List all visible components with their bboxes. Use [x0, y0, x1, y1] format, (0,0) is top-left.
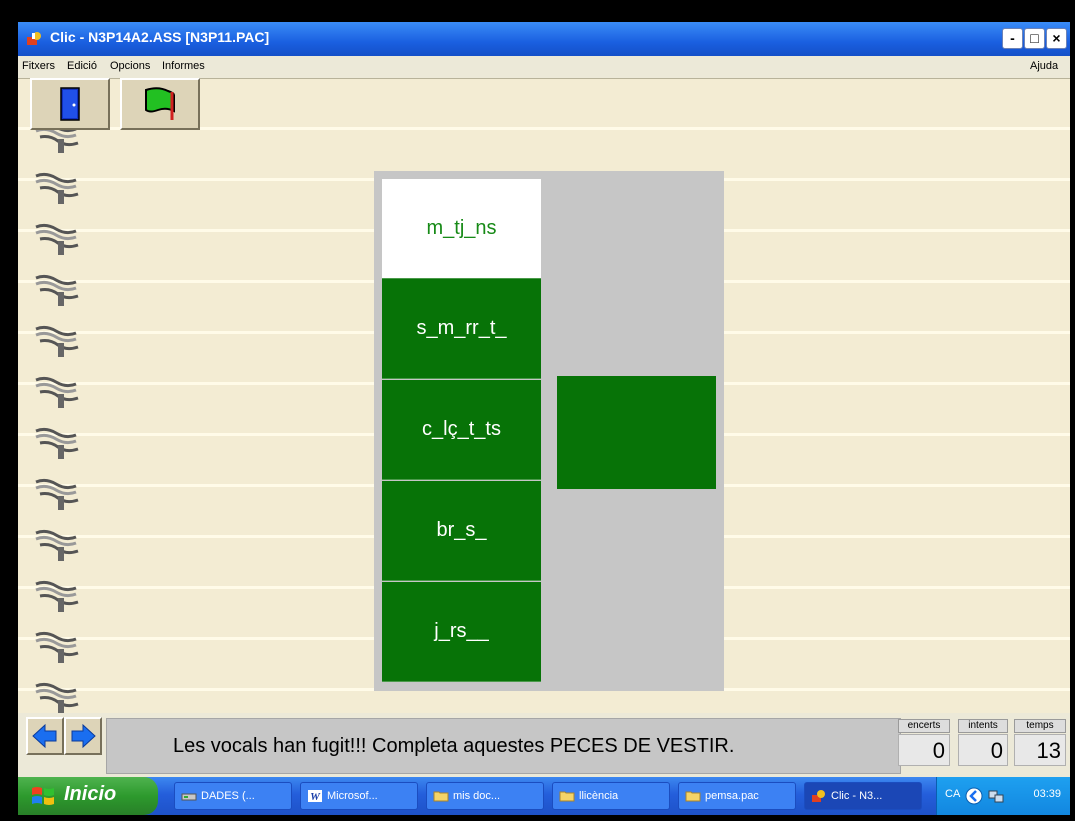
spiral-ring-icon	[35, 631, 79, 663]
counter-label: temps	[1014, 719, 1066, 733]
counter-label: intents	[958, 719, 1008, 733]
spiral-ring-icon	[35, 274, 79, 306]
spiral-ring-icon	[35, 580, 79, 612]
maximize-button[interactable]: □	[1024, 28, 1045, 49]
next-button[interactable]	[64, 717, 102, 755]
clock: 03:39	[1033, 788, 1061, 800]
word-cell[interactable]: c_lç_t_ts	[382, 380, 541, 480]
word-cell[interactable]: m_tj_ns	[382, 179, 541, 279]
word-cell[interactable]: j_rs__	[382, 582, 541, 682]
counter-encerts: encerts 0	[898, 719, 950, 767]
activity-board: m_tj_ns s_m_rr_t_ c_lç_t_ts br_s_ j_rs__	[374, 171, 724, 691]
minimize-button[interactable]: -	[1002, 28, 1023, 49]
green-flag-icon	[145, 87, 175, 120]
clic-app-icon	[27, 32, 41, 45]
spiral-ring-icon	[35, 478, 79, 510]
word-cell[interactable]: br_s_	[382, 481, 541, 581]
taskbar-item-active[interactable]: Clic - N3...	[804, 782, 922, 810]
spiral-ring-icon	[35, 223, 79, 255]
svg-text:W: W	[310, 791, 321, 803]
answer-cell[interactable]	[557, 376, 716, 489]
language-indicator[interactable]: CA	[945, 788, 960, 800]
message-panel: Les vocals han fugit!!! Completa aqueste…	[106, 718, 901, 774]
windows-logo-icon	[32, 787, 54, 805]
clic-window: Clic - N3P14A2.ASS [N3P11.PAC] - □ × Fit…	[18, 22, 1070, 815]
exit-button[interactable]	[30, 78, 110, 130]
counter-intents: intents 0	[958, 719, 1008, 767]
menu-opcions[interactable]: Opcions	[110, 60, 150, 72]
door-icon	[60, 87, 80, 121]
drive-icon	[181, 793, 197, 801]
folder-icon	[685, 791, 701, 802]
menu-informes[interactable]: Informes	[162, 60, 205, 72]
folder-icon	[433, 791, 449, 802]
word-icon: W	[308, 790, 322, 803]
counter-value: 0	[898, 734, 950, 766]
system-tray: CA 03:39	[936, 777, 1070, 815]
counter-value: 13	[1014, 734, 1066, 766]
spiral-ring-icon	[35, 172, 79, 204]
counter-value: 0	[958, 734, 1008, 766]
start-activity-button[interactable]	[120, 78, 200, 130]
taskbar-item[interactable]: mis doc...	[426, 782, 544, 810]
notebook-background: m_tj_ns s_m_rr_t_ c_lç_t_ts br_s_ j_rs__	[18, 78, 1070, 714]
menu-edicio[interactable]: Edició	[67, 60, 97, 72]
spiral-ring-icon	[35, 376, 79, 408]
taskbar-item[interactable]: pemsa.pac	[678, 782, 796, 810]
title-bar: Clic - N3P14A2.ASS [N3P11.PAC] - □ ×	[18, 22, 1070, 56]
counter-label: encerts	[898, 719, 950, 733]
menu-ajuda[interactable]: Ajuda	[1030, 60, 1058, 72]
expand-tray-icon[interactable]	[965, 787, 983, 805]
left-arrow-icon	[32, 723, 57, 749]
spiral-ring-icon	[35, 427, 79, 459]
word-cell[interactable]: s_m_rr_t_	[382, 279, 541, 379]
windows-taskbar: Inicio DADES (... W Microsof... mis doc.…	[18, 777, 1070, 815]
spiral-ring-icon	[35, 325, 79, 357]
taskbar-item[interactable]: W Microsof...	[300, 782, 418, 810]
counter-temps: temps 13	[1014, 719, 1066, 767]
close-button[interactable]: ×	[1046, 28, 1067, 49]
spiral-ring-icon	[35, 529, 79, 561]
activity-message: Les vocals han fugit!!! Completa aqueste…	[173, 735, 735, 757]
status-bar: Les vocals han fugit!!! Completa aqueste…	[18, 713, 1070, 777]
clic-app-icon	[812, 790, 825, 802]
spiral-ring-icon	[35, 682, 79, 714]
network-icon[interactable]	[987, 787, 1005, 805]
taskbar-item[interactable]: llicència	[552, 782, 670, 810]
menu-bar: Fitxers Edició Opcions Informes Ajuda	[18, 56, 1070, 79]
start-button[interactable]: Inicio	[18, 777, 158, 815]
menu-fitxers[interactable]: Fitxers	[22, 60, 55, 72]
start-label: Inicio	[64, 783, 117, 805]
previous-button[interactable]	[26, 717, 64, 755]
right-arrow-icon	[71, 723, 96, 749]
taskbar-item[interactable]: DADES (...	[174, 782, 292, 810]
folder-icon	[559, 791, 575, 802]
window-title: Clic - N3P14A2.ASS [N3P11.PAC]	[50, 29, 270, 45]
